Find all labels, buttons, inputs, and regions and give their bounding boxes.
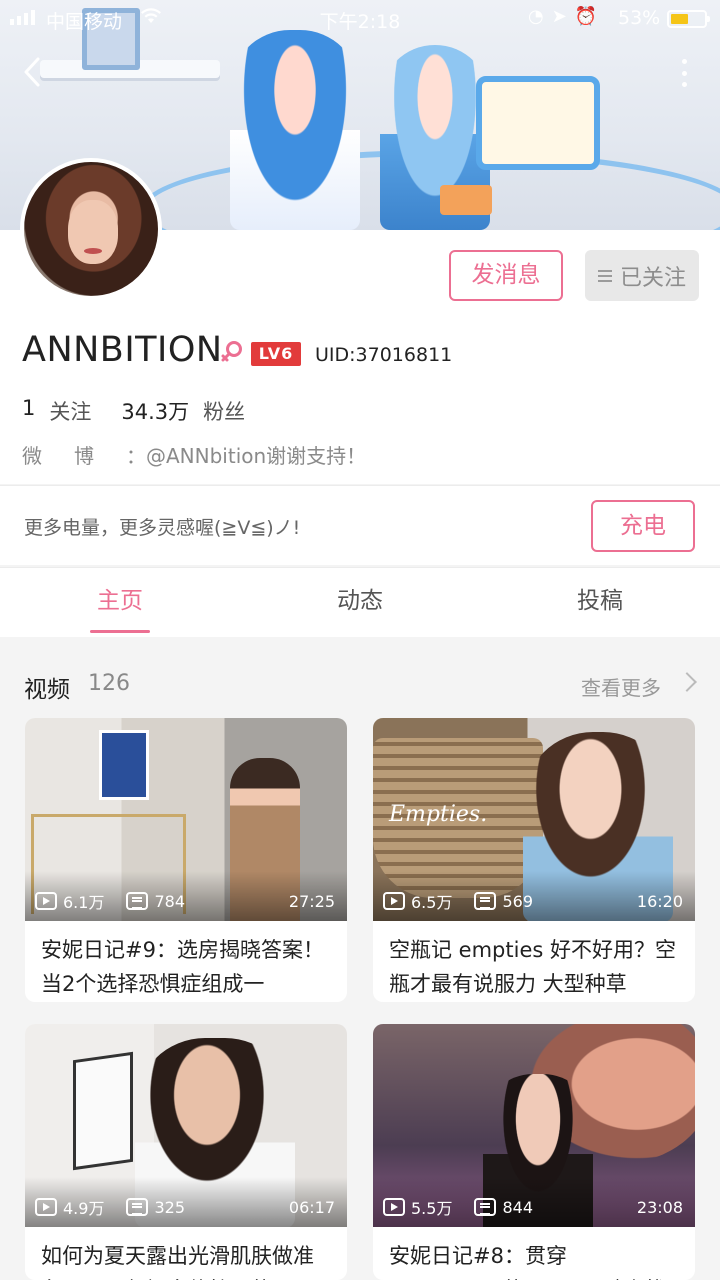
profile-tabs: 主页 动态 投稿 <box>0 567 720 637</box>
weibo-info: 微博：@ANNbition谢谢支持！ <box>22 440 366 469</box>
danmaku-count-icon <box>474 1198 497 1216</box>
danmaku-count-icon <box>474 892 497 910</box>
more-options-button[interactable] <box>672 56 696 90</box>
fans-label[interactable]: 粉丝 <box>203 396 245 426</box>
video-meta: 5.5万 844 23:08 <box>383 1195 683 1219</box>
danmaku-count: 325 <box>154 1197 185 1217</box>
send-message-button[interactable]: 发消息 <box>449 250 563 301</box>
tab-dynamics[interactable]: 动态 <box>240 568 480 637</box>
video-card[interactable]: 6.1万 784 27:25 安妮日记#9：选房揭晓答案！当2个选择恐惧症组成一 <box>25 718 347 1002</box>
banner-chips <box>440 185 492 215</box>
female-gender-icon <box>220 340 244 366</box>
video-meta: 6.1万 784 27:25 <box>35 889 335 913</box>
banner-tv <box>476 76 600 170</box>
danmaku-count: 784 <box>154 891 185 911</box>
fans-count[interactable]: 34.3万 <box>121 396 189 426</box>
video-thumbnail[interactable]: 6.1万 784 27:25 <box>25 718 347 921</box>
tab-submissions[interactable]: 投稿 <box>480 568 720 637</box>
followed-button[interactable]: 已关注 <box>585 250 699 301</box>
weibo-key: 微博 <box>22 444 126 468</box>
location-icon: ➤ <box>551 6 575 27</box>
thumb-frame <box>73 1051 133 1171</box>
tab-home[interactable]: 主页 <box>0 568 240 637</box>
status-icons: ◔➤⏰ <box>528 6 605 27</box>
video-card[interactable]: 4.9万 325 06:17 如何为夏天露出光滑肌肤做准备？不要忽视身体护理的 <box>25 1024 347 1280</box>
status-bar: 中国移动 下午2:18 ◔➤⏰ 53% <box>0 0 720 36</box>
followed-label: 已关注 <box>619 265 686 291</box>
video-duration: 16:20 <box>636 891 683 911</box>
video-thumbnail[interactable]: 5.5万 844 23:08 <box>373 1024 695 1227</box>
danmaku-count-icon <box>126 892 149 910</box>
danmaku-count-icon <box>126 1198 149 1216</box>
play-count-icon <box>35 892 57 910</box>
video-card[interactable]: Empties. 6.5万 569 16:20 空瓶记 empties 好不好用… <box>373 718 695 1002</box>
charge-button[interactable]: 充电 <box>591 500 695 552</box>
charge-row: 更多电量，更多灵感喔(≧V≦)ノ! 充电 <box>0 485 720 565</box>
clock: 下午2:18 <box>319 11 401 33</box>
play-count-icon <box>35 1198 57 1216</box>
play-count: 5.5万 <box>411 1199 453 1218</box>
video-duration: 27:25 <box>288 891 335 911</box>
banner-character-left <box>230 30 360 230</box>
video-duration: 23:08 <box>636 1197 683 1217</box>
video-duration: 06:17 <box>288 1197 335 1217</box>
battery-percent: 53% <box>618 7 661 29</box>
thumb-text: Empties. <box>389 802 488 827</box>
play-count-icon <box>383 892 405 910</box>
battery-fill <box>671 14 688 24</box>
play-count-icon <box>383 1198 405 1216</box>
charge-text: 更多电量，更多灵感喔(≧V≦)ノ! <box>24 517 301 539</box>
thumb-poster <box>99 730 149 800</box>
video-title[interactable]: 如何为夏天露出光滑肌肤做准备？不要忽视身体护理的 <box>25 1227 347 1280</box>
video-meta: 4.9万 325 06:17 <box>35 1195 335 1219</box>
videos-title: 视频 <box>24 677 70 703</box>
rotation-lock-icon: ◔ <box>528 6 552 27</box>
level-badge: LV6 <box>251 342 301 366</box>
video-meta: 6.5万 569 16:20 <box>383 889 683 913</box>
username: ANNBITION <box>22 330 223 370</box>
alarm-icon: ⏰ <box>574 6 606 27</box>
weibo-value: ：@ANNbition谢谢支持！ <box>126 444 367 468</box>
uid-label: UID:37016811 <box>315 344 453 366</box>
back-button[interactable] <box>22 56 50 90</box>
video-thumbnail[interactable]: 4.9万 325 06:17 <box>25 1024 347 1227</box>
follow-stats[interactable]: 1 关注 34.3万 粉丝 <box>22 396 275 426</box>
avatar-lips <box>84 248 102 254</box>
danmaku-count: 844 <box>502 1197 533 1217</box>
battery-icon <box>667 10 710 28</box>
play-count: 6.5万 <box>411 893 453 912</box>
avatar-face <box>68 200 118 264</box>
video-title[interactable]: 安妮日记#9：选房揭晓答案！当2个选择恐惧症组成一 <box>25 921 347 1002</box>
video-card[interactable]: 5.5万 844 23:08 安妮日记#8：贯穿2018/2019的VLOG，踏… <box>373 1024 695 1280</box>
videos-section-header: 视频 126 查看更多 <box>0 660 720 710</box>
videos-count: 126 <box>88 671 130 696</box>
danmaku-count: 569 <box>502 891 533 911</box>
see-more-link[interactable]: 查看更多 <box>581 672 661 701</box>
play-count: 6.1万 <box>63 893 105 912</box>
video-title[interactable]: 安妮日记#8：贯穿2018/2019的VLOG，踏上找 <box>373 1227 695 1280</box>
chevron-right-icon[interactable] <box>677 672 697 692</box>
video-title[interactable]: 空瓶记 empties 好不好用？空瓶才最有说服力 大型种草 <box>373 921 695 1002</box>
following-count[interactable]: 1 <box>22 396 35 426</box>
following-label[interactable]: 关注 <box>49 396 91 426</box>
video-thumbnail[interactable]: Empties. 6.5万 569 16:20 <box>373 718 695 921</box>
menu-icon <box>597 269 612 282</box>
avatar[interactable] <box>20 158 162 300</box>
play-count: 4.9万 <box>63 1199 105 1218</box>
